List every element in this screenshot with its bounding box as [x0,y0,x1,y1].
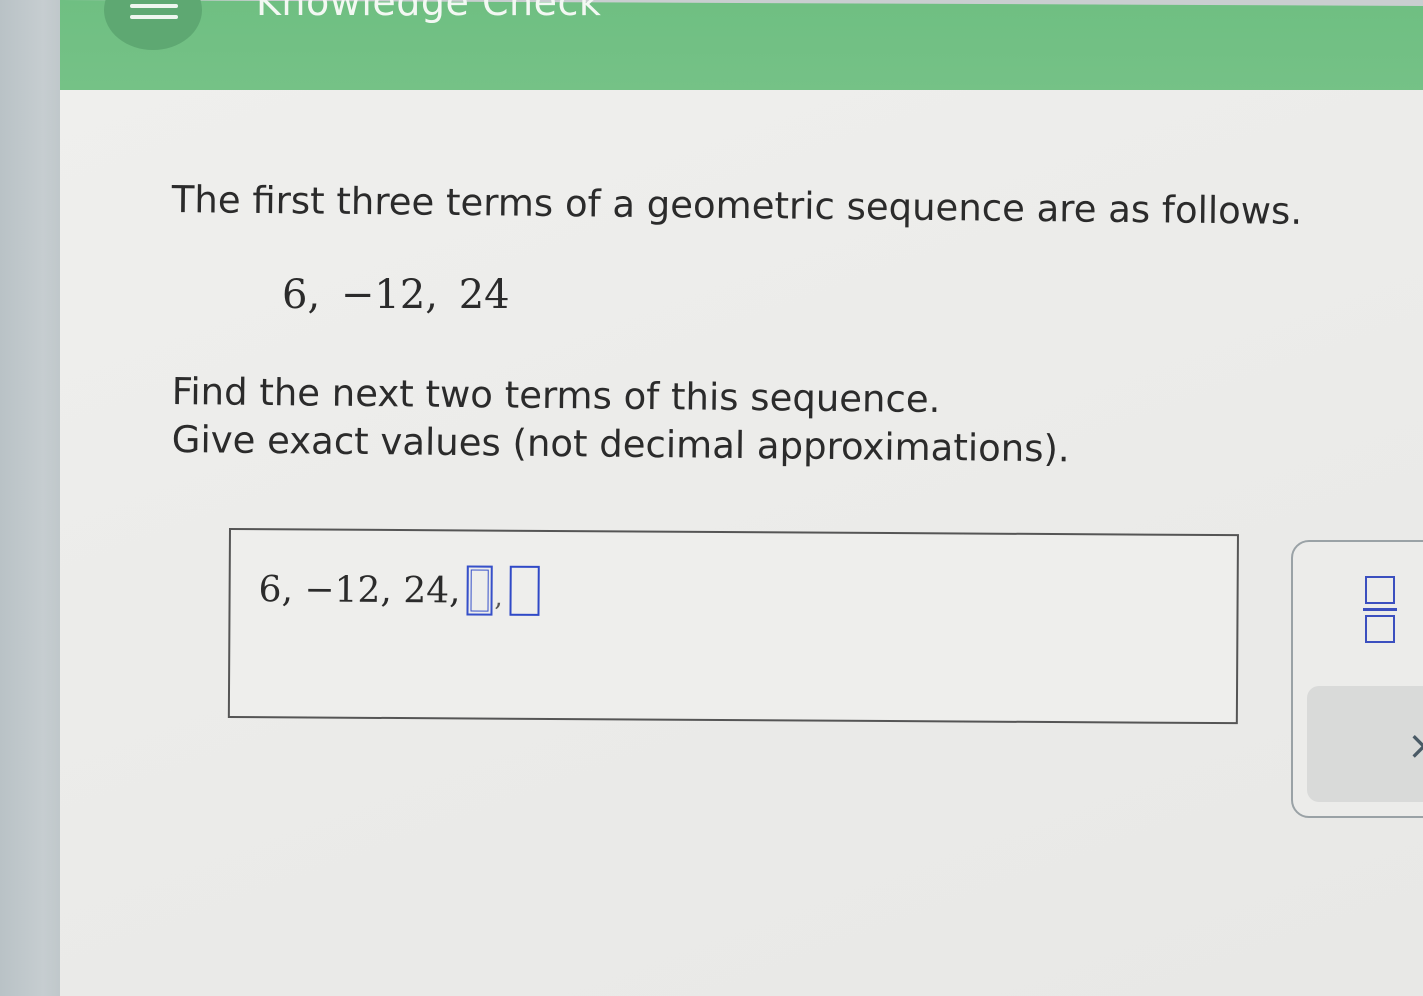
hamburger-menu-icon [130,4,178,30]
given-terms: 6, −12, 24 [282,272,510,318]
math-toolbar: × [1291,540,1423,818]
x-icon: × [1407,726,1423,766]
answer-slot-2[interactable] [509,565,540,616]
fraction-icon [1363,576,1397,643]
answer-separator: , [494,582,503,613]
fraction-button[interactable] [1363,576,1397,648]
left-edge [0,0,62,996]
answer-prefix: 6, −12, 24, [258,568,461,611]
answer-expression: 6, −12, 24, , [258,564,540,616]
answer-box[interactable]: 6, −12, 24, , [227,528,1239,725]
answer-slot-1[interactable] [466,565,493,616]
instruction-line-1: Find the next two terms of this sequence… [171,370,941,422]
clear-button[interactable]: × [1307,686,1423,802]
page-title: Knowledge Check [256,0,602,24]
